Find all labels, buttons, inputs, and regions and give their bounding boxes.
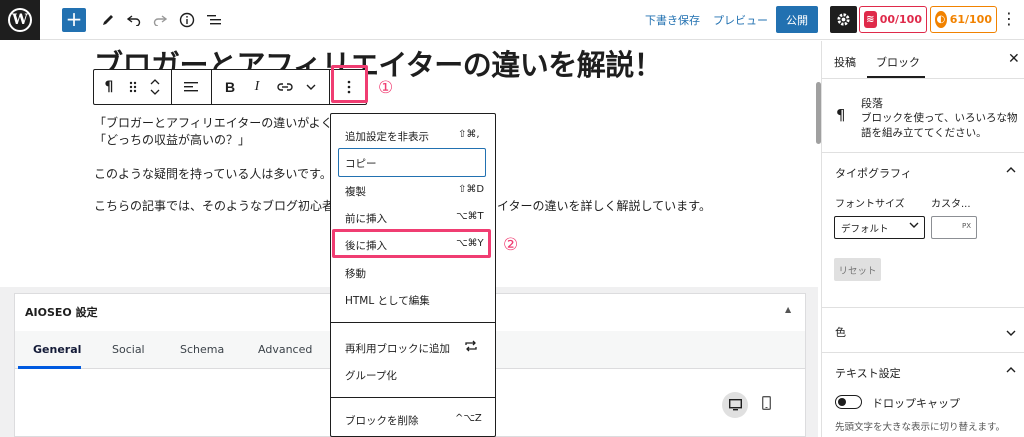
menu-item-insert-after[interactable]: 後に挿入: [345, 238, 387, 253]
redo-icon[interactable]: [148, 8, 172, 32]
paragraph-line-4-rest[interactable]: イターの違いを詳しく解説しています。: [497, 197, 711, 214]
reset-button[interactable]: リセット: [834, 258, 881, 281]
callout-number-2: ②: [503, 235, 519, 255]
chevron-down-icon: [909, 220, 919, 231]
paragraph-icon[interactable]: ¶: [98, 70, 120, 104]
paragraph-line-3[interactable]: このような疑問を持っている人は多いです。: [94, 165, 332, 182]
sidebar-divider: [822, 152, 1024, 153]
sidebar-tab-post[interactable]: 投稿: [834, 54, 856, 70]
italic-button[interactable]: I: [248, 70, 266, 104]
menu-item-edit-as-html[interactable]: HTML として編集: [345, 293, 430, 308]
publish-button[interactable]: 公開: [776, 6, 818, 33]
add-block-button[interactable]: +: [62, 8, 86, 32]
headline-score-value: 61/100: [949, 13, 992, 26]
menu-divider: [331, 322, 495, 323]
drop-cap-help-text: 先頭文字を大きな表示に切り替えます。: [835, 422, 1006, 433]
pencil-icon[interactable]: [96, 8, 120, 32]
aioseo-icon: ≋: [864, 11, 877, 28]
tab-schema[interactable]: Schema: [180, 343, 224, 356]
mobile-preview-icon[interactable]: [762, 396, 771, 414]
chevron-down-icon[interactable]: [1006, 326, 1016, 339]
preview-link[interactable]: プレビュー: [713, 12, 768, 28]
move-up-down-icon[interactable]: [146, 70, 164, 104]
link-icon[interactable]: [274, 70, 296, 104]
aioseo-settings-title[interactable]: AIOSEO 設定: [25, 304, 98, 320]
tab-advanced[interactable]: Advanced: [258, 343, 312, 356]
paragraph-block-icon: ¶: [836, 106, 846, 124]
font-size-select[interactable]: デフォルト: [834, 216, 925, 239]
font-size-label: フォントサイズ: [835, 199, 905, 210]
chevron-up-icon[interactable]: [1006, 363, 1016, 376]
collapse-caret-icon[interactable]: ▲: [785, 305, 791, 314]
shortcut-hide-settings: ⇧⌘,: [458, 129, 480, 140]
undo-icon[interactable]: [122, 8, 146, 32]
active-tab-indicator: [18, 366, 81, 369]
custom-size-input[interactable]: PX: [931, 216, 977, 239]
shortcut-insert-before: ⌥⌘T: [456, 211, 484, 222]
settings-gear-icon[interactable]: [830, 6, 857, 33]
callout-number-1: ①: [378, 78, 394, 98]
sidebar-tab-block[interactable]: ブロック: [876, 54, 920, 70]
sidebar-divider: [822, 307, 1024, 308]
block-toolbar: ¶ B I: [93, 69, 367, 105]
shortcut-insert-after: ⌥⌘Y: [456, 238, 484, 249]
chevron-up-icon[interactable]: [1006, 163, 1016, 176]
custom-size-label: カスタ...: [931, 199, 971, 210]
headline-analyzer-icon: ◐: [935, 11, 947, 28]
menu-item-add-to-reusable[interactable]: 再利用ブロックに追加: [345, 341, 450, 356]
font-size-value: デフォルト: [841, 224, 889, 235]
wordpress-logo-button[interactable]: W: [0, 0, 40, 40]
text-settings-panel-title[interactable]: テキスト設定: [835, 365, 901, 381]
shortcut-remove-block: ^⌥Z: [455, 413, 482, 424]
block-name: 段落: [861, 97, 883, 110]
sidebar-divider: [822, 78, 1024, 79]
paragraph-line-1[interactable]: 「ブロガーとアフィリエイターの違いがよく: [94, 114, 333, 131]
more-options-icon[interactable]: ⋮: [1001, 9, 1017, 28]
menu-item-group[interactable]: グループ化: [345, 368, 397, 383]
headline-score-badge[interactable]: ◐ 61/100: [930, 6, 997, 33]
info-icon[interactable]: [175, 8, 199, 32]
seo-score-value: 00/100: [879, 13, 922, 26]
tab-social[interactable]: Social: [112, 343, 145, 356]
align-icon[interactable]: [180, 70, 202, 104]
menu-item-copy[interactable]: コピー: [345, 156, 377, 171]
options-highlight-box: [331, 65, 368, 103]
reusable-block-icon: [464, 339, 478, 356]
menu-divider: [331, 397, 495, 398]
tab-general[interactable]: General: [33, 343, 81, 356]
seo-score-badge[interactable]: ≋ 00/100: [859, 6, 927, 33]
wordpress-icon: W: [8, 8, 32, 32]
drop-cap-label: ドロップキャップ: [872, 397, 960, 410]
menu-item-remove-block[interactable]: ブロックを削除: [345, 413, 419, 428]
toggle-knob: [838, 398, 846, 406]
menu-item-insert-before[interactable]: 前に挿入: [345, 211, 387, 226]
menu-item-move[interactable]: 移動: [345, 266, 366, 281]
typography-panel-title[interactable]: タイポグラフィ: [835, 165, 912, 181]
list-view-icon[interactable]: [202, 8, 226, 32]
close-icon[interactable]: ✕: [1008, 51, 1020, 67]
paragraph-line-2[interactable]: 「どっちの収益が高いの？」: [94, 131, 250, 148]
color-panel-title[interactable]: 色: [835, 324, 846, 340]
custom-size-unit: PX: [961, 222, 971, 230]
drop-cap-toggle[interactable]: [835, 395, 862, 409]
block-description: ブロックを使って、いろいろな物語を組み立ててください。: [861, 112, 1018, 139]
menu-item-hide-settings[interactable]: 追加設定を非表示: [345, 129, 429, 144]
menu-item-duplicate[interactable]: 複製: [345, 184, 366, 199]
chevron-down-icon[interactable]: [302, 70, 320, 104]
paragraph-line-4[interactable]: こちらの記事では、そのようなブログ初心者: [94, 197, 334, 214]
save-draft-link[interactable]: 下書き保存: [645, 12, 700, 28]
sidebar-divider: [822, 352, 1024, 353]
drag-handle-icon[interactable]: [124, 70, 142, 104]
desktop-preview-icon[interactable]: [722, 392, 748, 418]
shortcut-duplicate: ⇧⌘D: [458, 184, 485, 195]
bold-button[interactable]: B: [220, 70, 240, 104]
